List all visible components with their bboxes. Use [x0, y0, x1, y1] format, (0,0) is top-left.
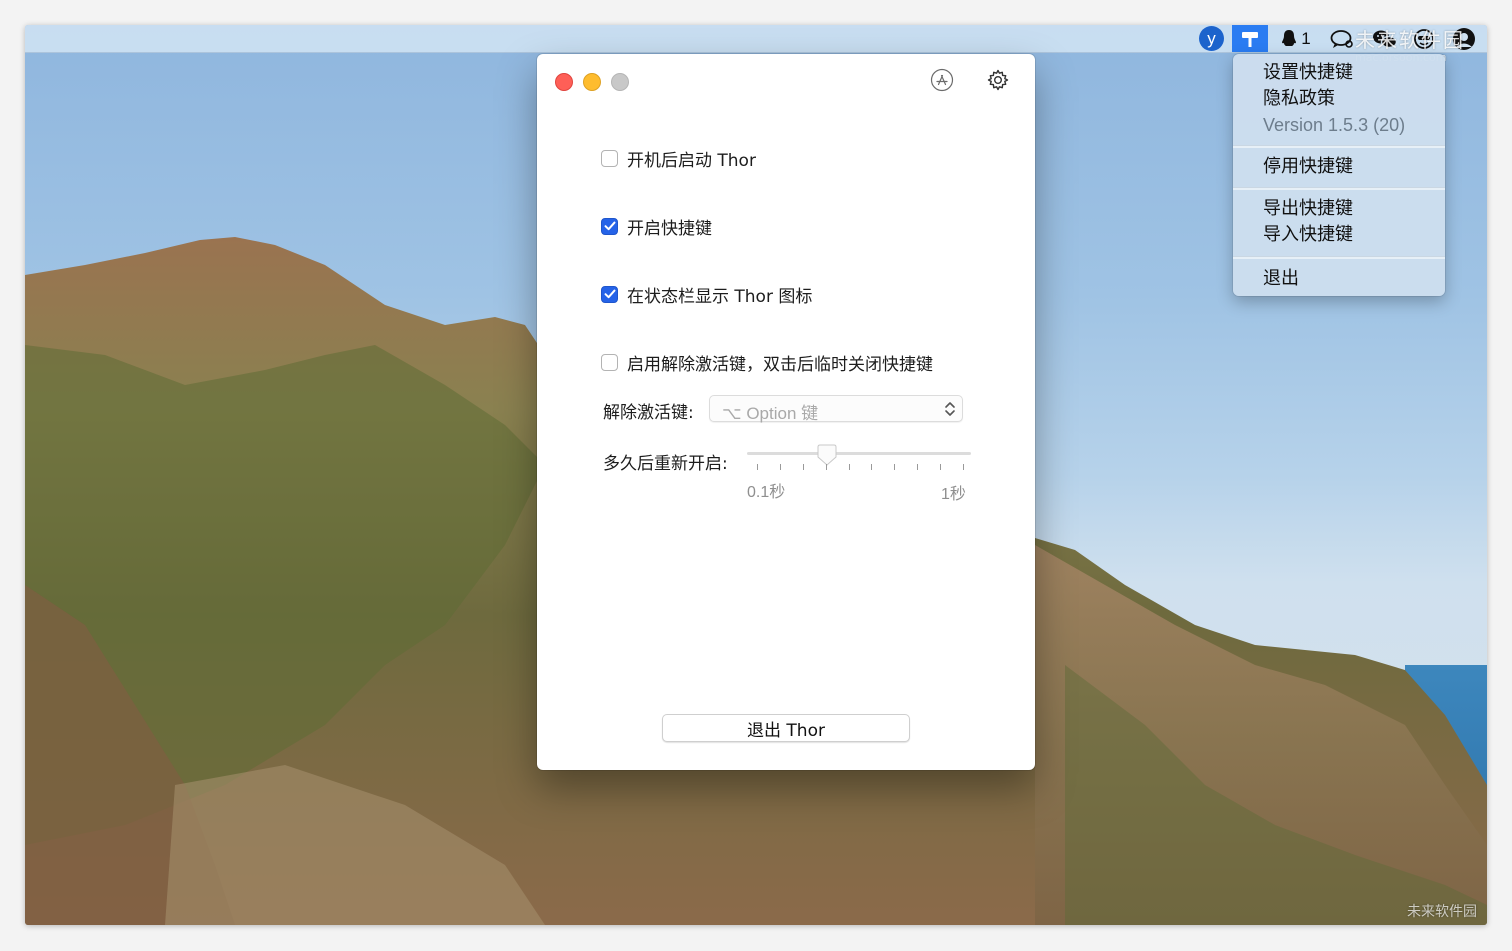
reenable-delay-slider-knob[interactable]: [816, 444, 838, 466]
window-minimize-button[interactable]: [583, 73, 601, 91]
gear-icon: [987, 69, 1009, 91]
launch-at-login-label: 开机后启动 Thor: [627, 150, 756, 171]
deactivate-key-label: 解除激活键:: [603, 403, 694, 423]
reenable-delay-slider-track[interactable]: [747, 452, 971, 455]
option-enable-shortcuts[interactable]: 开启快捷键: [601, 214, 712, 239]
deactivate-key-value: ⌥ Option 键: [722, 404, 819, 423]
slider-tick: [871, 464, 873, 470]
reenable-delay-label: 多久后重新开启:: [603, 454, 728, 474]
menu-separator: [1233, 256, 1445, 259]
enable-shortcuts-checkbox[interactable]: [601, 217, 618, 235]
window-zoom-button: [611, 73, 629, 91]
app-store-button[interactable]: [929, 67, 955, 93]
launch-at-login-checkbox[interactable]: [601, 149, 618, 167]
messages-status-icon[interactable]: [1326, 25, 1358, 52]
qq-unread-count: 1: [1301, 28, 1311, 48]
enable-shortcuts-label: 开启快捷键: [627, 218, 712, 239]
watermark-bottom: 未来软件园: [1407, 904, 1477, 920]
app-store-icon: [930, 68, 954, 92]
slider-tick: [963, 464, 964, 470]
qq-penguin-icon: [1282, 30, 1297, 46]
menu-item-version: Version 1.5.3 (20): [1263, 115, 1406, 135]
desktop: y 1 未来软件园 设置快捷键 隐私政策 Version 1.5.3 (20) …: [25, 25, 1487, 925]
settings-button[interactable]: [985, 67, 1011, 93]
option-enable-deactivate-key[interactable]: 启用解除激活键，双击后临时关闭快捷键: [601, 350, 933, 375]
option-launch-at-login[interactable]: 开机后启动 Thor: [601, 146, 756, 171]
qq-status-item[interactable]: 1: [1274, 25, 1318, 52]
hammer-icon: [1242, 31, 1258, 47]
slider-min-label: 0.1秒: [747, 484, 786, 501]
window-close-button[interactable]: [555, 73, 573, 91]
yoink-status-icon[interactable]: y: [1199, 26, 1224, 51]
menu-item-set-shortcuts[interactable]: 设置快捷键: [1263, 60, 1353, 86]
slider-tick: [825, 464, 827, 470]
slider-tick: [779, 464, 781, 470]
checkmark-icon: [604, 289, 615, 299]
slider-tick: [802, 464, 804, 470]
menu-item-privacy-policy[interactable]: 隐私政策: [1263, 86, 1335, 112]
enable-deactivate-key-checkbox[interactable]: [601, 353, 618, 371]
slider-tick: [940, 464, 942, 470]
show-menubar-icon-checkbox[interactable]: [601, 285, 618, 303]
thor-preferences-window: 开机后启动 Thor 开启快捷键 在状态栏显示 Thor 图标 启用解除激活键，…: [537, 54, 1035, 770]
slider-tick: [757, 464, 758, 470]
deactivate-key-select[interactable]: ⌥ Option 键: [709, 395, 963, 423]
thor-status-icon[interactable]: [1232, 25, 1268, 52]
menu-separator: [1233, 187, 1445, 190]
slider-tick: [848, 464, 850, 470]
thor-status-menu: 设置快捷键 隐私政策 Version 1.5.3 (20) 停用快捷键 导出快捷…: [1233, 54, 1445, 296]
menu-separator: [1233, 145, 1445, 148]
slider-tick: [894, 464, 896, 470]
quit-thor-button[interactable]: 退出 Thor: [662, 714, 910, 742]
show-menubar-icon-label: 在状态栏显示 Thor 图标: [627, 286, 813, 307]
slider-tick: [917, 464, 919, 470]
chat-bubble-icon: [1330, 29, 1353, 48]
chevron-up-down-icon: [945, 402, 955, 416]
menu-item-disable-shortcuts[interactable]: 停用快捷键: [1263, 154, 1353, 180]
menu-item-import-shortcuts[interactable]: 导入快捷键: [1263, 222, 1353, 248]
menu-item-quit[interactable]: 退出: [1263, 266, 1299, 292]
menu-bar: y 1 未来软件园: [25, 25, 1487, 64]
option-show-menubar-icon[interactable]: 在状态栏显示 Thor 图标: [601, 282, 813, 307]
checkmark-icon: [604, 221, 615, 231]
menu-item-export-shortcuts[interactable]: 导出快捷键: [1263, 196, 1353, 222]
enable-deactivate-key-label: 启用解除激活键，双击后临时关闭快捷键: [627, 354, 933, 375]
slider-max-label: 1秒: [941, 486, 966, 503]
